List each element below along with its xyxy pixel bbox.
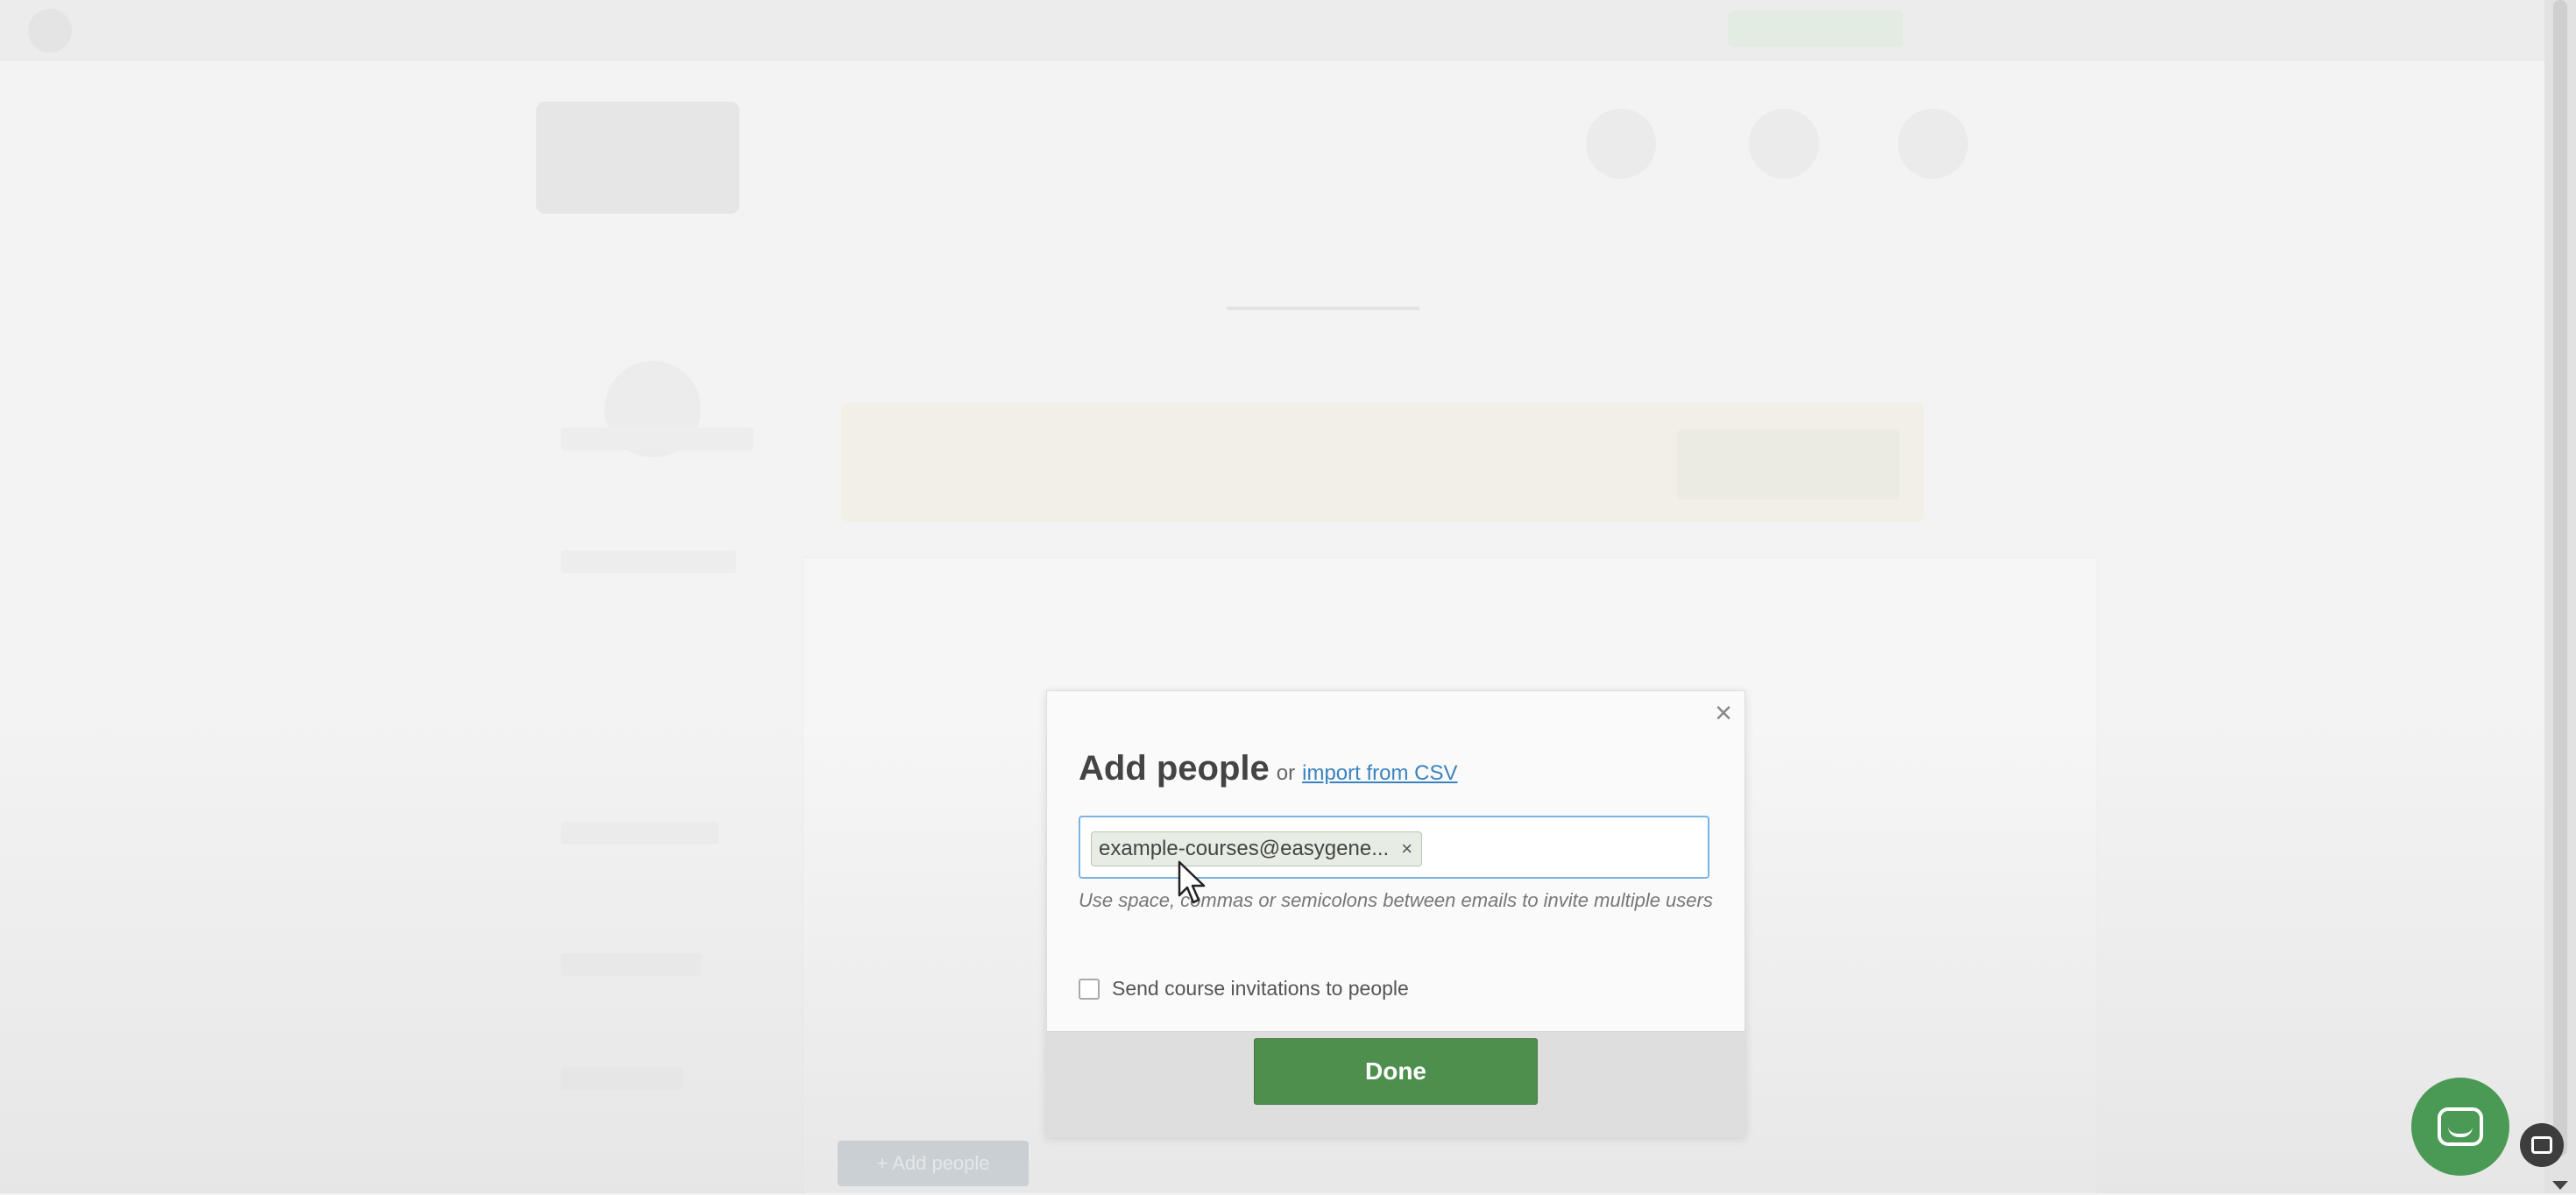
sidebar-item <box>561 953 701 976</box>
scroll-down-arrow-icon[interactable] <box>2552 1181 2568 1190</box>
chat-bubble-icon[interactable] <box>2411 1078 2509 1176</box>
close-icon[interactable]: × <box>1715 698 1732 728</box>
remove-tag-icon[interactable]: × <box>1401 838 1412 860</box>
trial-button <box>1728 11 1903 47</box>
active-tab-underline <box>1227 307 1419 310</box>
app-logo <box>28 9 72 53</box>
screen-capture-icon[interactable] <box>2520 1123 2564 1167</box>
top-navigation-bar <box>0 0 2544 60</box>
email-tag-label: example-courses@easygene... <box>1099 837 1390 860</box>
modal-title: Add people <box>1079 749 1270 788</box>
header-icon <box>1749 109 1819 179</box>
modal-title-row: Add people or import from CSV <box>1079 749 1458 788</box>
scrollbar-thumb[interactable] <box>2553 0 2567 1156</box>
modal-or-text: or <box>1276 761 1296 785</box>
send-invitations-row[interactable]: Send course invitations to people <box>1079 977 1409 1001</box>
banner-button <box>1677 429 1900 499</box>
email-input[interactable]: example-courses@easygene... × <box>1079 816 1709 879</box>
sidebar-item <box>561 550 736 573</box>
sidebar-item <box>561 428 754 450</box>
sidebar-item <box>561 1067 683 1090</box>
add-people-modal: × Add people or import from CSV example-… <box>1046 690 1745 1137</box>
header-icon <box>1586 109 1656 179</box>
send-invitations-checkbox[interactable] <box>1079 978 1100 1000</box>
send-invitations-label[interactable]: Send course invitations to people <box>1112 977 1409 1001</box>
header-icon <box>1898 109 1968 179</box>
page-scrollbar[interactable] <box>2544 0 2576 1193</box>
done-button[interactable]: Done <box>1254 1038 1538 1105</box>
input-hint: Use space, commas or semicolons between … <box>1079 889 1713 911</box>
course-thumbnail <box>536 102 740 214</box>
sidebar-item <box>561 822 718 845</box>
add-people-button[interactable]: + Add people <box>838 1141 1029 1186</box>
import-csv-link[interactable]: import from CSV <box>1302 761 1457 786</box>
mouse-pointer-icon <box>1178 860 1206 904</box>
email-tag[interactable]: example-courses@easygene... × <box>1091 831 1423 866</box>
